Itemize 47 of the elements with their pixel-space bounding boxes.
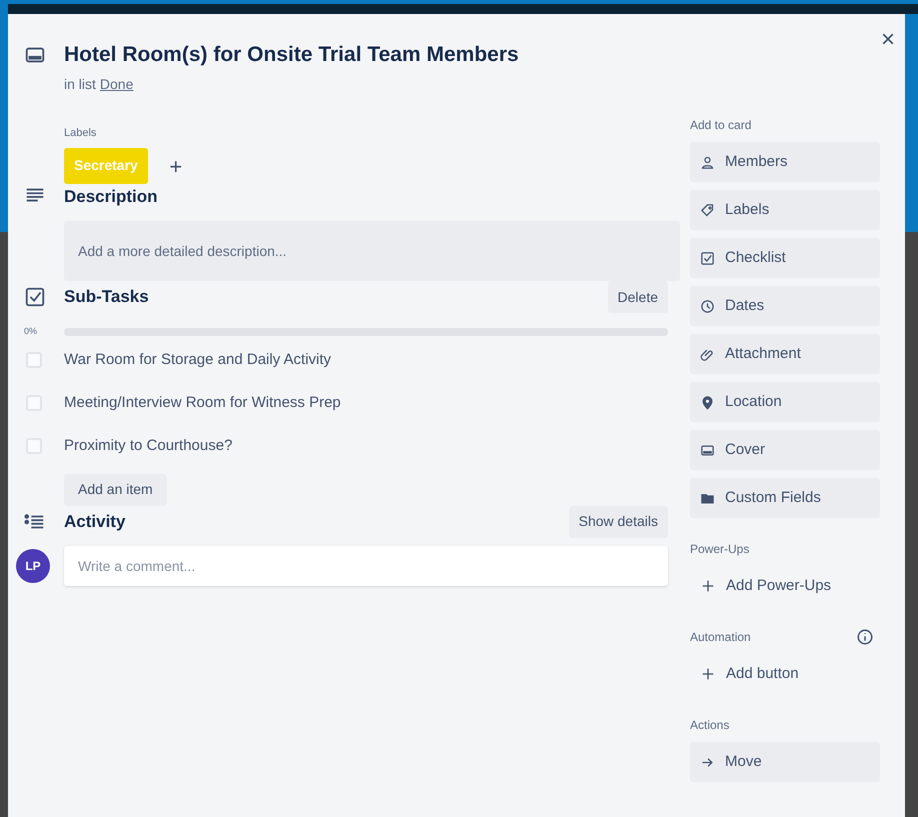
person-icon — [700, 154, 715, 170]
sidebar-heading: Add to card — [690, 117, 752, 134]
plus-icon — [700, 666, 716, 682]
section-caption: Labels — [64, 126, 98, 141]
list-caption: in list — [64, 75, 96, 94]
info-icon — [856, 628, 874, 646]
show-details-button[interactable]: Show details — [568, 506, 668, 538]
description-field[interactable]: Add a more detailed description... — [64, 221, 680, 281]
section-title: Sub-Tasks — [64, 286, 150, 308]
progress-percent: 0% — [24, 325, 38, 338]
checklist-item: Proximity to Courthouse? — [64, 436, 232, 456]
add-label-button[interactable]: + — [160, 150, 192, 182]
sidebar-button[interactable]: Move — [690, 742, 880, 782]
section-title: Description — [64, 186, 159, 208]
sidebar-button[interactable]: Cover — [690, 430, 880, 470]
card-title: Hotel Room(s) for Onsite Trial Team Members — [64, 42, 519, 68]
delete-button[interactable]: Delete — [608, 281, 668, 313]
map-pin-icon — [700, 394, 715, 410]
sidebar-heading: Power-Ups — [690, 541, 750, 558]
sidebar-button[interactable]: Location — [690, 382, 880, 422]
add-item-button[interactable]: Add an item — [64, 474, 167, 506]
sidebar-button[interactable]: Dates — [690, 286, 880, 326]
sidebar-button[interactable]: Labels — [690, 190, 880, 230]
close-button[interactable]: × — [880, 28, 895, 52]
sidebar-button[interactable]: Add button — [690, 654, 880, 694]
checkbox[interactable] — [26, 395, 42, 411]
sidebar-button[interactable]: Members — [690, 142, 880, 182]
list-link[interactable]: Done — [100, 74, 134, 95]
checkbox-icon — [700, 250, 715, 266]
tag-icon — [700, 202, 715, 218]
checkbox[interactable] — [26, 352, 42, 368]
avatar: LP — [16, 548, 50, 582]
checklist-item: War Room for Storage and Daily Activity — [64, 350, 332, 370]
sidebar-heading: Actions — [690, 717, 730, 734]
card-icon — [700, 442, 715, 458]
sidebar-button[interactable]: Checklist — [690, 238, 880, 278]
sidebar-heading: Automation — [690, 629, 751, 646]
checklist-icon — [24, 286, 46, 308]
checkbox[interactable] — [26, 438, 42, 454]
section-title: Activity — [64, 510, 126, 533]
sidebar-button[interactable]: Add Power-Ups — [690, 566, 880, 606]
plus-icon — [700, 578, 716, 594]
checklist-item: Meeting/Interview Room for Witness Prep — [64, 392, 341, 413]
comment-field[interactable]: Write a comment... — [64, 546, 668, 586]
clock-icon — [700, 298, 715, 314]
sidebar-button[interactable]: Custom Fields — [690, 478, 880, 518]
sidebar-button[interactable]: Attachment — [690, 334, 880, 374]
